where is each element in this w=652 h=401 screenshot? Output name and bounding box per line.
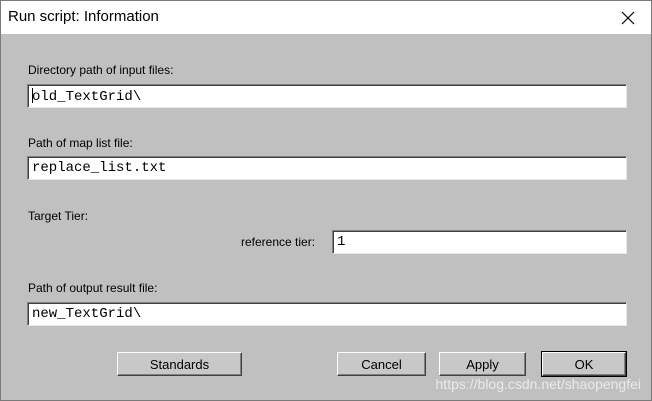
close-icon xyxy=(621,11,635,24)
output-value: new_TextGrid\ xyxy=(32,306,142,322)
output-label: Path of output result file: xyxy=(28,281,158,295)
title-bar: Run script: Information xyxy=(1,1,651,34)
window-title: Run script: Information xyxy=(8,8,159,25)
reference-tier-field[interactable]: 1 xyxy=(332,230,627,254)
map-list-value: replace_list.txt xyxy=(32,160,167,176)
map-list-field[interactable]: replace_list.txt xyxy=(27,156,627,180)
map-list-label: Path of map list file: xyxy=(28,136,133,150)
apply-button[interactable]: Apply xyxy=(439,352,526,376)
reference-tier-value: 1 xyxy=(337,234,346,250)
input-dir-label: Directory path of input files: xyxy=(28,63,174,77)
reference-tier-label: reference tier: xyxy=(241,235,316,249)
input-dir-field[interactable]: old_TextGrid\ xyxy=(27,84,627,108)
cancel-button[interactable]: Cancel xyxy=(337,352,426,376)
close-button[interactable] xyxy=(605,1,651,34)
input-dir-value: old_TextGrid\ xyxy=(32,89,142,105)
dialog-window: Run script: Information Directory path o… xyxy=(0,0,652,401)
output-field[interactable]: new_TextGrid\ xyxy=(27,302,627,326)
standards-button[interactable]: Standards xyxy=(117,352,242,376)
ok-button[interactable]: OK xyxy=(541,351,627,377)
watermark: https://blog.csdn.net/shaopengfei xyxy=(435,376,641,392)
target-tier-label: Target Tier: xyxy=(28,209,89,223)
